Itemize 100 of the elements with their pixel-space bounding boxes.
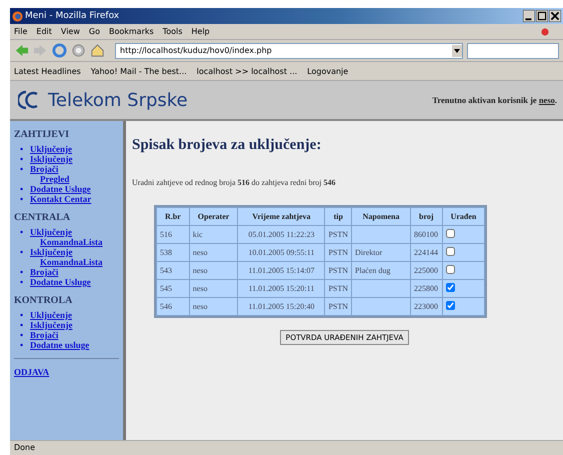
sidebar-link[interactable]: Uključenje xyxy=(30,144,72,154)
bullet: • xyxy=(20,330,24,340)
table-cell: 10.01.2005 09:55:11 xyxy=(248,248,314,257)
table-cell: 223000 xyxy=(414,302,438,311)
section-heading: ZAHTIJEVI xyxy=(14,129,70,140)
table-cell: 11.01.2005 15:14:07 xyxy=(248,266,314,275)
sidebar-link[interactable]: Dodatne Usluge xyxy=(30,184,91,194)
done-checkbox[interactable] xyxy=(446,265,455,274)
column-header: Vrijeme zahtjeva xyxy=(238,208,324,225)
sidebar-link[interactable]: KomandnaLista xyxy=(40,257,103,267)
menu-item[interactable]: Go xyxy=(88,27,100,36)
sidebar-link[interactable]: Brojači xyxy=(30,267,58,277)
sidebar-link[interactable]: Kontakt Centar xyxy=(30,194,92,204)
table-cell: 224144 xyxy=(414,248,438,257)
search-field[interactable] xyxy=(467,42,559,58)
sidebar-link[interactable]: Isključenje xyxy=(30,320,72,330)
column-header: R.br xyxy=(157,208,189,225)
bullet: • xyxy=(20,247,24,257)
browser-logo-icon xyxy=(12,10,23,22)
column-header: Napomena xyxy=(352,208,410,225)
table-cell: 05.01.2005 11:22:23 xyxy=(248,230,314,239)
table-cell: neso xyxy=(192,284,208,293)
menu-item[interactable]: Help xyxy=(191,27,210,36)
table-cell: neso xyxy=(192,302,208,311)
bookmark-item[interactable]: Logovanje xyxy=(307,66,348,76)
table-cell: 225800 xyxy=(414,284,438,293)
table-cell: 860100 xyxy=(414,230,438,239)
table-cell: neso xyxy=(192,248,208,257)
bookmark-item[interactable]: Yahoo! Mail - The best... xyxy=(90,66,187,76)
sidebar-link[interactable]: Uključenje xyxy=(30,227,72,237)
column-header: Urađen xyxy=(442,208,484,225)
sidebar-link[interactable]: Brojači xyxy=(30,330,58,340)
table-cell: 538 xyxy=(160,248,172,257)
sidebar-link[interactable]: Isključenje xyxy=(30,247,72,257)
bookmark-item[interactable]: Latest Headlines xyxy=(14,66,81,76)
bullet: • xyxy=(20,267,24,277)
bookmark-item[interactable]: localhost >> localhost ... xyxy=(196,66,298,76)
table-cell: PSTN xyxy=(328,266,348,275)
table-cell: PSTN xyxy=(328,230,348,239)
close-icon[interactable] xyxy=(549,10,561,22)
done-checkbox[interactable] xyxy=(446,247,455,256)
table-cell: kic xyxy=(192,230,203,239)
sidebar-link[interactable]: KomandnaLista xyxy=(40,237,103,247)
table-cell: PSTN xyxy=(328,284,348,293)
table-cell: PSTN xyxy=(328,302,348,311)
address-field[interactable]: http://localhost/kuduz/hov0/index.php xyxy=(115,42,463,58)
sidebar-link[interactable]: Isključenje xyxy=(30,154,72,164)
done-checkbox[interactable] xyxy=(446,229,455,238)
user-link[interactable]: neso xyxy=(538,95,555,105)
table-cell: PSTN xyxy=(328,248,348,257)
done-checkbox[interactable] xyxy=(446,283,455,292)
menu-item[interactable]: Bookmarks xyxy=(108,27,154,36)
status-text: Done xyxy=(14,442,36,454)
table-cell: 546 xyxy=(160,302,172,311)
logout-link[interactable]: ODJAVA xyxy=(14,367,50,377)
summary-text: Uradni zahtjeve od rednog broja 516 do zahtjeva redni broj 546 xyxy=(132,178,336,187)
sidebar-link[interactable]: Uključenje xyxy=(30,310,72,320)
bullet: • xyxy=(20,184,24,194)
done-checkbox[interactable] xyxy=(446,301,455,310)
section-heading: KONTROLA xyxy=(14,295,74,306)
page-heading: Spisak brojeva za uključenje: xyxy=(132,137,322,154)
stop-icon[interactable] xyxy=(71,43,86,58)
logo: Telekom Srpske xyxy=(18,90,188,110)
bullet: • xyxy=(20,194,24,204)
bullet: • xyxy=(20,144,24,154)
section-heading: CENTRALA xyxy=(14,212,72,223)
bullet: • xyxy=(20,277,24,287)
minimize-icon[interactable] xyxy=(523,10,535,22)
table-cell: Plaćen dug xyxy=(355,266,390,275)
table-cell: 11.01.2005 15:20:11 xyxy=(248,284,314,293)
bullet: • xyxy=(20,164,24,174)
column-header: broj xyxy=(411,208,442,225)
table-cell: 543 xyxy=(160,266,172,275)
bullet: • xyxy=(20,227,24,237)
reload-icon[interactable] xyxy=(52,43,67,58)
bullet: • xyxy=(20,154,24,164)
table-cell: neso xyxy=(192,266,208,275)
table-cell: 225000 xyxy=(414,266,438,275)
table-cell: 516 xyxy=(160,230,172,239)
active-user-text: Trenutno aktivan korisnik je neso. xyxy=(432,95,557,105)
maximize-icon[interactable] xyxy=(536,10,548,22)
home-icon[interactable] xyxy=(90,43,105,58)
bullet: • xyxy=(20,310,24,320)
bullet: • xyxy=(20,340,24,350)
status-icon xyxy=(541,28,549,36)
sidebar-link[interactable]: Dodatne Usluge xyxy=(30,277,91,287)
menu-item[interactable]: File xyxy=(14,27,28,36)
sidebar-link[interactable]: Pregled xyxy=(40,174,70,184)
sidebar-link[interactable]: Brojači xyxy=(30,164,58,174)
column-header: Operater xyxy=(190,208,238,225)
sidebar-link[interactable]: Dodatne usluge xyxy=(30,340,90,350)
table-cell: 545 xyxy=(160,284,172,293)
menu-item[interactable]: View xyxy=(60,27,80,36)
column-header: tip xyxy=(325,208,352,225)
menu-item[interactable]: Edit xyxy=(36,27,52,36)
table-cell: Direktor xyxy=(355,248,382,257)
menu-item[interactable]: Tools xyxy=(162,27,182,36)
table-cell: 11.01.2005 15:20:40 xyxy=(248,302,314,311)
bullet: • xyxy=(20,320,24,330)
window-title: Meni - Mozilla Firefox xyxy=(25,11,120,21)
